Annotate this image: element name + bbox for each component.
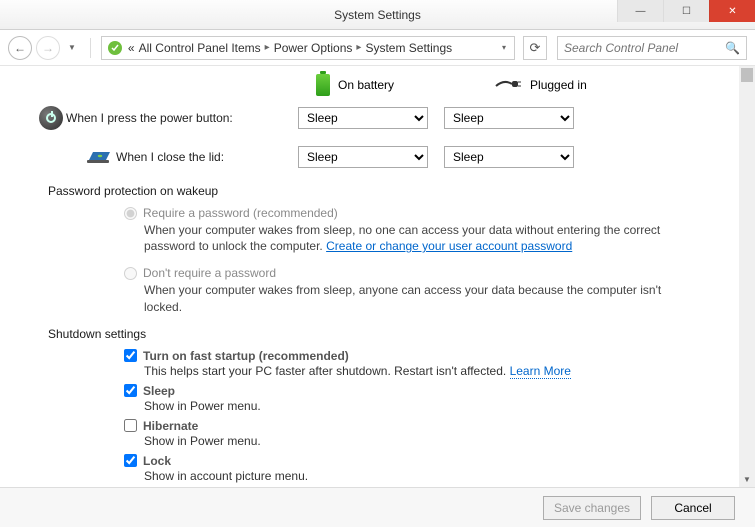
content-area: On battery Plugged in When I press the p…	[0, 66, 755, 487]
column-headers: On battery Plugged in	[316, 74, 719, 96]
refresh-icon: ⟳	[530, 40, 541, 56]
titlebar: System Settings — ☐ ✕	[0, 0, 755, 30]
back-button[interactable]: ←	[8, 36, 32, 60]
minimize-button[interactable]: —	[617, 0, 663, 22]
search-box[interactable]: 🔍	[557, 36, 747, 60]
power-button-icon	[39, 106, 63, 130]
window-title: System Settings	[334, 8, 421, 22]
plugged-in-label: Plugged in	[530, 78, 587, 92]
breadcrumb-item[interactable]: System Settings	[365, 41, 452, 55]
plug-icon	[494, 77, 522, 94]
learn-more-link[interactable]: Learn More	[510, 364, 571, 379]
close-lid-row: When I close the lid: Sleep Sleep	[36, 146, 719, 168]
power-options-icon	[106, 39, 124, 57]
breadcrumb[interactable]: « All Control Panel Items ▸ Power Option…	[101, 36, 515, 60]
cancel-button[interactable]: Cancel	[651, 496, 735, 520]
hibernate-label: Hibernate	[143, 419, 198, 433]
breadcrumb-prefix: «	[128, 41, 135, 55]
bottom-bar: Save changes Cancel	[0, 487, 755, 527]
maximize-button[interactable]: ☐	[663, 0, 709, 22]
fast-startup-row: Turn on fast startup (recommended)	[124, 349, 719, 363]
require-password-desc: When your computer wakes from sleep, no …	[144, 222, 664, 254]
hibernate-row: Hibernate	[124, 419, 719, 433]
dont-require-password-desc: When your computer wakes from sleep, any…	[144, 282, 664, 314]
lock-row: Lock	[124, 454, 719, 468]
vertical-scrollbar[interactable]: ▲ ▼	[739, 66, 755, 487]
lock-checkbox[interactable]	[124, 454, 137, 467]
hibernate-desc: Show in Power menu.	[144, 434, 719, 448]
arrow-left-icon: ←	[14, 41, 26, 55]
power-button-plugged-select[interactable]: Sleep	[444, 107, 574, 129]
scrollbar-thumb[interactable]	[741, 68, 753, 82]
dont-require-password-label: Don't require a password	[143, 266, 276, 280]
dont-require-password-radio[interactable]	[124, 267, 137, 280]
lock-desc: Show in account picture menu.	[144, 469, 719, 483]
breadcrumb-item[interactable]: All Control Panel Items	[139, 41, 261, 55]
power-button-battery-select[interactable]: Sleep	[298, 107, 428, 129]
sleep-row: Sleep	[124, 384, 719, 398]
toolbar-divider	[90, 38, 91, 58]
on-battery-label: On battery	[338, 78, 394, 92]
dont-require-password-option: Don't require a password When your compu…	[124, 266, 719, 314]
recent-locations-dropdown[interactable]: ▼	[68, 43, 76, 52]
toolbar: ← → ▼ « All Control Panel Items ▸ Power …	[0, 30, 755, 66]
breadcrumb-dropdown[interactable]: ▾	[498, 43, 510, 52]
close-lid-plugged-select[interactable]: Sleep	[444, 146, 574, 168]
refresh-button[interactable]: ⟳	[523, 36, 547, 60]
shutdown-section-heading: Shutdown settings	[48, 327, 719, 341]
save-changes-button[interactable]: Save changes	[543, 496, 641, 520]
require-password-option: Require a password (recommended) When yo…	[124, 206, 719, 254]
power-button-label: When I press the power button:	[66, 111, 298, 125]
battery-icon	[316, 74, 330, 96]
laptop-lid-icon	[86, 147, 112, 168]
arrow-right-icon: →	[42, 41, 54, 55]
password-section-heading: Password protection on wakeup	[48, 184, 719, 198]
sleep-desc: Show in Power menu.	[144, 399, 719, 413]
on-battery-header: On battery	[316, 74, 394, 96]
breadcrumb-item[interactable]: Power Options	[274, 41, 353, 55]
window-controls: — ☐ ✕	[617, 0, 755, 22]
scroll-down-icon[interactable]: ▼	[739, 471, 755, 487]
search-input[interactable]	[564, 41, 714, 55]
require-password-label: Require a password (recommended)	[143, 206, 338, 220]
close-button[interactable]: ✕	[709, 0, 755, 22]
fast-startup-label: Turn on fast startup (recommended)	[143, 349, 349, 363]
breadcrumb-sep: ▸	[356, 42, 361, 53]
sleep-checkbox[interactable]	[124, 384, 137, 397]
close-lid-label: When I close the lid:	[116, 150, 298, 164]
fast-startup-desc: This helps start your PC faster after sh…	[144, 364, 719, 378]
search-icon: 🔍	[725, 41, 740, 55]
require-password-radio[interactable]	[124, 207, 137, 220]
plugged-in-header: Plugged in	[494, 77, 587, 94]
forward-button[interactable]: →	[36, 36, 60, 60]
sleep-label: Sleep	[143, 384, 175, 398]
fast-startup-checkbox[interactable]	[124, 349, 137, 362]
hibernate-checkbox[interactable]	[124, 419, 137, 432]
create-change-password-link[interactable]: Create or change your user account passw…	[326, 239, 572, 253]
close-lid-battery-select[interactable]: Sleep	[298, 146, 428, 168]
lock-label: Lock	[143, 454, 171, 468]
power-button-row: When I press the power button: Sleep Sle…	[36, 106, 719, 130]
breadcrumb-sep: ▸	[265, 42, 270, 53]
